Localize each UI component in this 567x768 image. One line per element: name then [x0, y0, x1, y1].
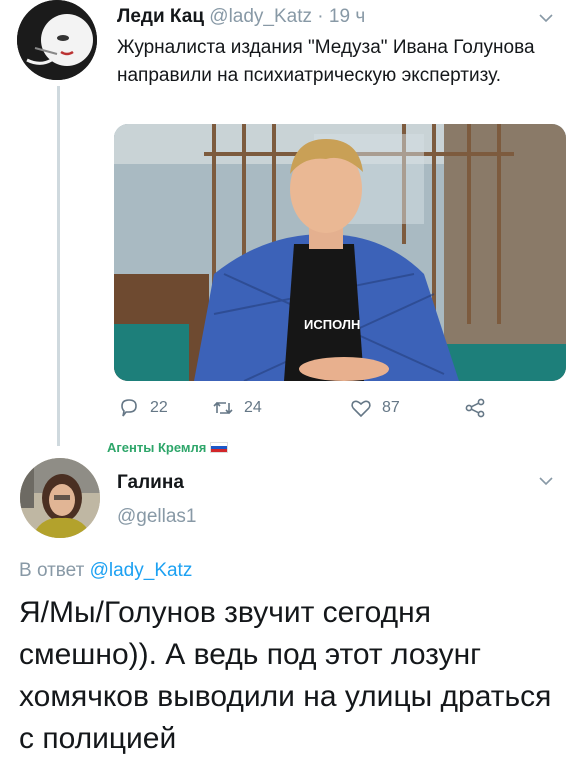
channel-tag: Агенты Кремля — [107, 440, 229, 455]
tweet-header: Леди Кац @lady_Katz · 19 ч — [117, 6, 365, 28]
author-name[interactable]: Леди Кац — [117, 6, 204, 27]
channel-tag-label: Агенты Кремля — [107, 440, 207, 455]
share-nodes-icon — [465, 398, 485, 418]
tweet-text: Журналиста издания "Медуза" Ивана Голуно… — [117, 37, 535, 86]
tweet-time[interactable]: 19 ч — [329, 6, 365, 27]
reply-text: Я/Мы/Голунов звучит сегодня смешно)). А … — [19, 596, 552, 755]
author-handle[interactable]: @lady_Katz — [209, 6, 312, 27]
chevron-down-icon[interactable] — [538, 473, 554, 489]
reply-author-name[interactable]: Галина — [117, 472, 184, 494]
replying-prefix: В ответ — [19, 560, 90, 581]
speech-bubble-icon — [121, 399, 137, 417]
author-avatar[interactable] — [17, 0, 97, 80]
chevron-down-icon[interactable] — [538, 10, 554, 26]
thread-line — [57, 86, 60, 446]
shirt-text: ИСПОЛН — [304, 317, 360, 332]
reply-button[interactable]: 22 — [118, 397, 168, 419]
tweet-actions: 22 24 87 — [118, 397, 508, 421]
reply-author-avatar[interactable] — [20, 458, 100, 538]
reply-count: 22 — [150, 399, 168, 416]
reply-author-handle[interactable]: @gellas1 — [117, 506, 197, 528]
header-separator: · — [312, 6, 329, 27]
tweet-photo[interactable]: ИСПОЛН — [114, 124, 566, 381]
like-count: 87 — [382, 399, 400, 416]
retweet-button[interactable]: 24 — [212, 397, 262, 419]
retweet-count: 24 — [244, 399, 262, 416]
russian-flag-icon — [210, 442, 229, 453]
heart-icon — [351, 400, 371, 418]
replying-to: В ответ @lady_Katz — [19, 560, 192, 582]
share-button[interactable] — [464, 397, 496, 419]
retweet-icon — [213, 401, 233, 415]
like-button[interactable]: 87 — [350, 397, 400, 419]
replying-mention[interactable]: @lady_Katz — [90, 560, 193, 581]
